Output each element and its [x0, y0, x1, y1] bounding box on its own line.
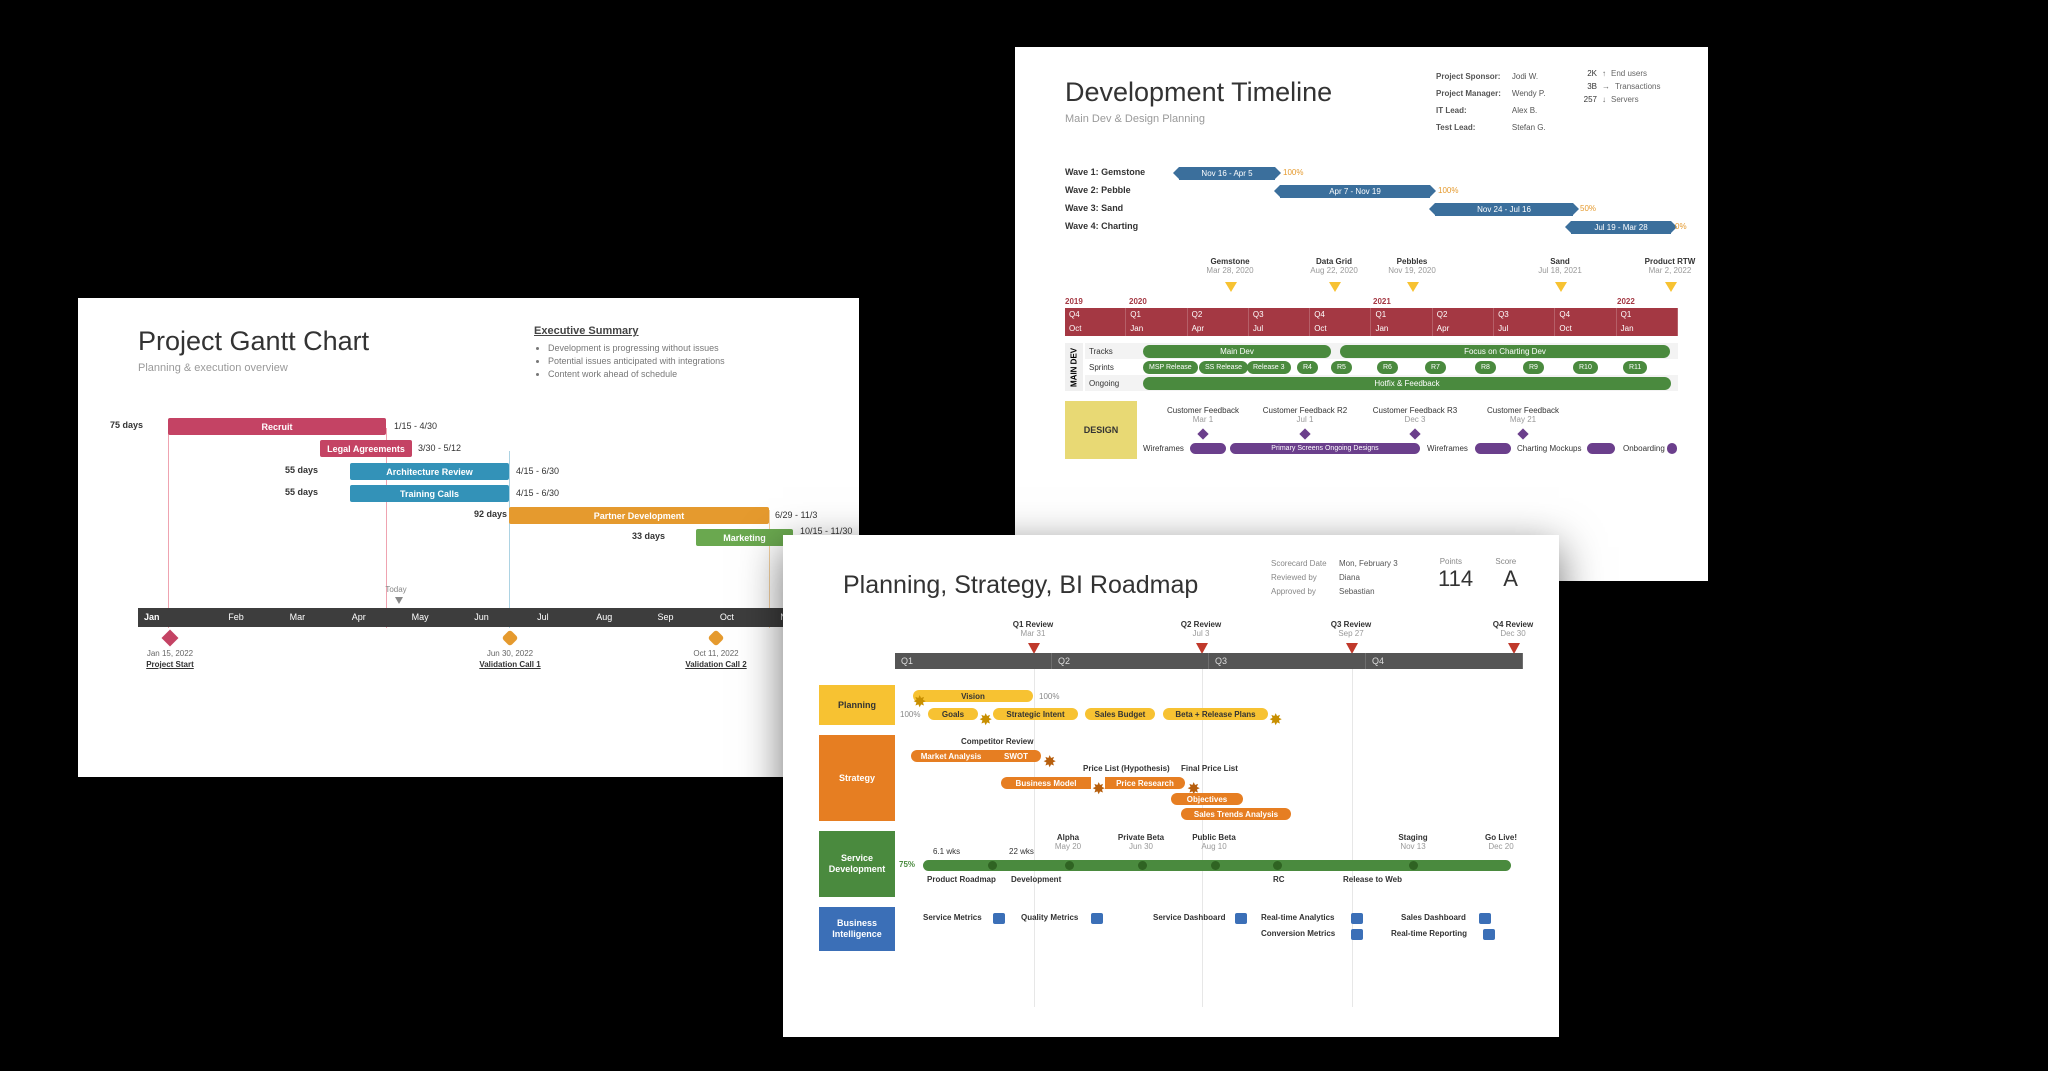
- lane-bi: Business Intelligence: [819, 907, 895, 951]
- wave-bar-2: Apr 7 - Nov 19: [1280, 185, 1430, 198]
- track-charting: Focus on Charting Dev: [1340, 345, 1670, 358]
- card2-subtitle: Main Dev & Design Planning: [1065, 113, 1205, 125]
- ongoing-bar: Hotfix & Feedback: [1143, 377, 1671, 390]
- bar-recruit: Recruit: [168, 418, 386, 435]
- wave-bar-1: Nov 16 - Apr 5: [1179, 167, 1275, 180]
- bar-marketing: Marketing: [696, 529, 793, 546]
- gear-icon: ✸: [1043, 752, 1056, 772]
- exec-summary-heading: Executive Summary: [534, 325, 639, 337]
- month-row: OctJanAprJulOctJanAprJulOctJan: [1065, 322, 1678, 336]
- bar-legal: Legal Agreements: [320, 440, 412, 457]
- lane-planning: Planning: [819, 685, 895, 725]
- card3-title: Planning, Strategy, BI Roadmap: [843, 571, 1198, 600]
- card1-subtitle: Planning & execution overview: [138, 362, 288, 374]
- track-maindev: Main Dev: [1143, 345, 1331, 358]
- exec-summary-list: Development is progressing without issue…: [534, 342, 725, 381]
- lane-service: Service Development: [819, 831, 895, 897]
- arrow-right-icon: →: [1602, 80, 1610, 93]
- bar-partner: Partner Development: [509, 507, 769, 524]
- card1-title: Project Gantt Chart: [138, 326, 369, 357]
- bar-training: Training Calls: [350, 485, 509, 502]
- card2-title: Development Timeline: [1065, 77, 1332, 108]
- gear-icon: ✸: [1269, 710, 1282, 730]
- roadmap-card: Planning, Strategy, BI Roadmap Scorecard…: [783, 535, 1559, 1037]
- project-gantt-card: Project Gantt Chart Planning & execution…: [78, 298, 859, 777]
- lane-strategy: Strategy: [819, 735, 895, 821]
- duration-label: 75 days: [110, 420, 143, 430]
- gear-icon: ✸: [979, 710, 992, 730]
- milestone-icon-vc2: [708, 630, 725, 647]
- month-labels: Jan Feb Mar Apr May Jun Jul Aug Sep Oct …: [138, 608, 819, 627]
- bar-arch: Architecture Review: [350, 463, 509, 480]
- gear-icon: ✸: [913, 692, 926, 712]
- today-marker-icon: [395, 597, 403, 604]
- bi-chip-icon: [993, 913, 1005, 924]
- milestone-icon-vc1: [502, 630, 519, 647]
- milestone-icon-start: [162, 630, 179, 647]
- project-meta: Project Sponsor:Jodi W. Project Manager:…: [1433, 67, 1556, 137]
- quarter-axis: Q1 Q2 Q3 Q4: [895, 653, 1523, 669]
- milestone-gemstone: GemstoneMar 28, 2020: [1195, 257, 1265, 275]
- arrow-down-icon: ↓: [1602, 93, 1606, 106]
- wave-bar-3: Nov 24 - Jul 16: [1435, 203, 1573, 216]
- milestone-dot-icon: [988, 861, 997, 870]
- today-label: Today: [376, 585, 416, 594]
- gear-icon: ✸: [1092, 779, 1105, 799]
- milestone-marker-icon: [1225, 282, 1237, 292]
- scorecard-values: PointsScore 114A: [1423, 557, 1533, 592]
- wave-bar-4: Jul 19 - Mar 28: [1571, 221, 1671, 234]
- diamond-icon: [1197, 428, 1208, 439]
- bar-vision: Vision: [913, 690, 1033, 702]
- scorecard-meta: Scorecard DateMon, February 3 Reviewed b…: [1271, 557, 1411, 599]
- quarter-row: Q4Q1Q2Q3Q4Q1Q2Q3Q4Q1: [1065, 308, 1678, 322]
- design-lane-label: DESIGN: [1065, 401, 1137, 459]
- development-timeline-card: Development Timeline Main Dev & Design P…: [1015, 47, 1708, 581]
- project-stats: 2K↑End users 3B→Transactions 257↓Servers: [1575, 67, 1661, 106]
- maindev-lane-label: MAIN DEV: [1065, 343, 1083, 391]
- arrow-up-icon: ↑: [1602, 67, 1606, 80]
